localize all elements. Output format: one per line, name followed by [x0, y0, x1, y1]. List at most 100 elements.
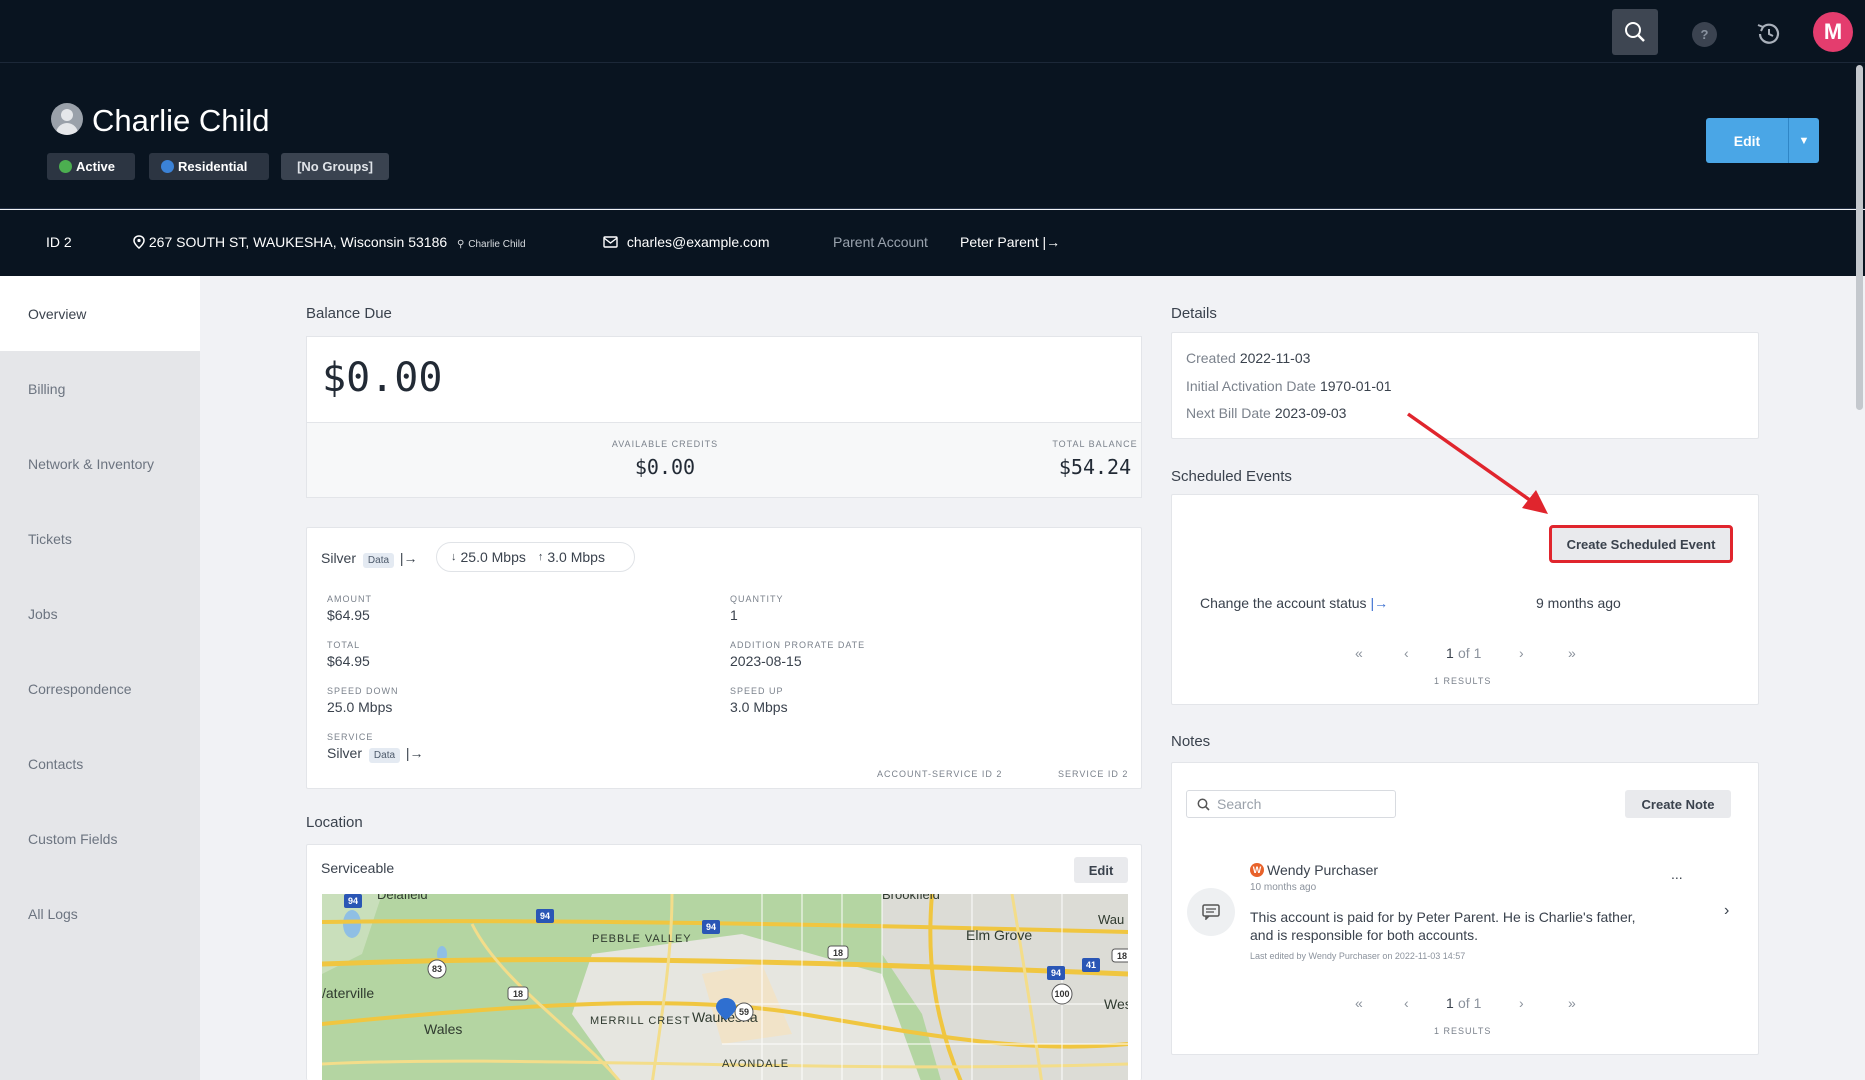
service-plan-name: Silver: [321, 550, 357, 566]
address-contact-icon: ⚲: [457, 239, 465, 250]
go-to-icon: |→: [399, 550, 418, 566]
location-map[interactable]: Delafield Brookfield Wau PEBBLE VALLEY E…: [322, 894, 1128, 1080]
sidebar-item-network-inventory[interactable]: Network & Inventory: [0, 426, 200, 501]
note-expand-chevron-icon[interactable]: ›: [1724, 902, 1729, 920]
sidebar-item-billing[interactable]: Billing: [0, 351, 200, 426]
note-text-line: and is responsible for both accounts.: [1250, 927, 1479, 943]
note-last-edited: Last edited by Wendy Purchaser on 2022-1…: [1250, 951, 1466, 961]
available-credits-label: AVAILABLE CREDITS: [611, 439, 719, 449]
create-note-button[interactable]: Create Note: [1625, 790, 1731, 818]
edit-location-button[interactable]: Edit: [1074, 857, 1128, 883]
pager-current-page: 1: [1446, 995, 1454, 1011]
notes-results: 1 RESULTS: [1434, 1026, 1492, 1036]
chevron-down-icon[interactable]: ▼: [1789, 118, 1819, 163]
sidebar-item-all-logs[interactable]: All Logs: [0, 876, 200, 951]
note-author-avatar: W: [1250, 863, 1264, 877]
note-menu-button[interactable]: ...: [1671, 866, 1683, 882]
sidebar-item-jobs[interactable]: Jobs: [0, 576, 200, 651]
total-field: TOTAL $64.95: [327, 640, 370, 669]
sidebar-item-contacts[interactable]: Contacts: [0, 726, 200, 801]
history-icon[interactable]: [1754, 19, 1784, 49]
scheduled-events-title: Scheduled Events: [1171, 468, 1292, 485]
map-label-merrill-crest: MERRILL CREST: [590, 1015, 691, 1027]
help-icon[interactable]: ?: [1692, 22, 1717, 47]
map-label-avondale: AVONDALE: [722, 1058, 789, 1070]
service-plan-link[interactable]: Silver Data |→: [321, 550, 418, 568]
sidebar-item-tickets[interactable]: Tickets: [0, 501, 200, 576]
available-credits: AVAILABLE CREDITS $0.00: [515, 439, 815, 479]
pager-next-button[interactable]: ›: [1519, 995, 1524, 1011]
map-shield-18: 18: [513, 989, 523, 999]
pager-prev-button[interactable]: ‹: [1404, 995, 1409, 1011]
service-tag: Data: [368, 748, 401, 763]
page-scrollbar[interactable]: [1856, 65, 1863, 410]
pager-first-button[interactable]: «: [1355, 645, 1363, 661]
speed-up-pill-value: 3.0 Mbps: [547, 549, 605, 565]
pager-last-button[interactable]: »: [1568, 645, 1576, 661]
sidebar-item-correspondence[interactable]: Correspondence: [0, 651, 200, 726]
create-scheduled-event-button[interactable]: Create Scheduled Event: [1549, 525, 1733, 563]
groups-badge[interactable]: [No Groups]: [281, 153, 389, 180]
notes-search-placeholder: Search: [1217, 796, 1262, 812]
arrow-up-icon: ↑: [537, 551, 544, 563]
note-author-name: Wendy Purchaser: [1267, 862, 1379, 878]
prorate-label: ADDITION PRORATE DATE: [730, 640, 866, 650]
map-label-wes: Wes: [1104, 996, 1128, 1012]
next-bill-label: Next Bill Date: [1186, 405, 1271, 421]
map-label-pebble-valley: PEBBLE VALLEY: [592, 933, 692, 945]
map-shield-94: 94: [706, 922, 716, 932]
pager-of-total: of 1: [1458, 645, 1482, 661]
pager-last-button[interactable]: »: [1568, 995, 1576, 1011]
map-shield-41: 41: [1086, 960, 1096, 970]
search-icon: [1625, 22, 1645, 42]
pager-first-button[interactable]: «: [1355, 995, 1363, 1011]
user-avatar[interactable]: M: [1813, 12, 1853, 52]
total-value: $64.95: [327, 653, 370, 669]
note-time: 10 months ago: [1250, 882, 1317, 893]
quantity-value: 1: [730, 607, 738, 623]
map-shield-94: 94: [540, 911, 550, 921]
quantity-label: QUANTITY: [730, 594, 784, 604]
edit-account-button[interactable]: Edit ▼: [1706, 118, 1819, 163]
note-text: This account is paid for by Peter Parent…: [1250, 908, 1636, 944]
service-link[interactable]: Silver Data |→: [327, 745, 424, 763]
map-pin-icon: [133, 235, 145, 249]
scheduled-event-link[interactable]: Change the account status |→: [1200, 595, 1388, 611]
speed-up-label: SPEED UP: [730, 686, 784, 696]
global-search-button[interactable]: [1612, 9, 1658, 55]
next-bill-value: 2023-09-03: [1274, 405, 1347, 421]
service-plan-tag: Data: [362, 553, 395, 568]
account-avatar-icon: [51, 103, 83, 135]
map-shield-94: 94: [1051, 968, 1061, 978]
pager-prev-button[interactable]: ‹: [1404, 645, 1409, 661]
account-address[interactable]: 267 SOUTH ST, WAUKESHA, Wisconsin 53186 …: [133, 234, 526, 250]
account-type-badge[interactable]: Residential: [149, 153, 269, 180]
sidebar-item-overview[interactable]: Overview: [0, 276, 200, 351]
map-shield-59: 59: [739, 1007, 749, 1017]
account-info-bar: ID 2 267 SOUTH ST, WAUKESHA, Wisconsin 5…: [0, 210, 1865, 276]
map-shield-94: 94: [348, 896, 358, 906]
scheduled-event-time: 9 months ago: [1536, 595, 1621, 611]
next-bill-row: Next Bill Date 2023-09-03: [1186, 405, 1346, 421]
service-card: Silver Data |→ ↓ 25.0 Mbps ↑ 3.0 Mbps AM…: [306, 527, 1142, 789]
created-label: Created: [1186, 350, 1236, 366]
account-email[interactable]: charles@example.com: [603, 234, 770, 250]
speed-down-value: 25.0 Mbps: [327, 699, 393, 715]
sidebar-item-custom-fields[interactable]: Custom Fields: [0, 801, 200, 876]
map-label-wales: Wales: [424, 1021, 462, 1037]
created-row: Created 2022-11-03: [1186, 350, 1310, 366]
account-type-label: Residential: [178, 159, 248, 174]
notes-search-input[interactable]: Search: [1186, 790, 1396, 818]
status-badge[interactable]: Active: [47, 153, 135, 180]
pager-next-button[interactable]: ›: [1519, 645, 1524, 661]
address-contact: Charlie Child: [468, 239, 526, 250]
scheduled-events-results: 1 RESULTS: [1434, 676, 1492, 686]
service-id: SERVICE ID 2: [1058, 769, 1129, 779]
edit-button-label[interactable]: Edit: [1706, 118, 1788, 163]
amount-label: AMOUNT: [327, 594, 372, 604]
details-title: Details: [1171, 305, 1217, 322]
parent-account-link[interactable]: Peter Parent |→: [960, 234, 1060, 250]
service-value: Silver: [327, 745, 363, 761]
prorate-field: ADDITION PRORATE DATE 2023-08-15: [730, 640, 865, 669]
note-author: W Wendy Purchaser: [1250, 862, 1378, 878]
